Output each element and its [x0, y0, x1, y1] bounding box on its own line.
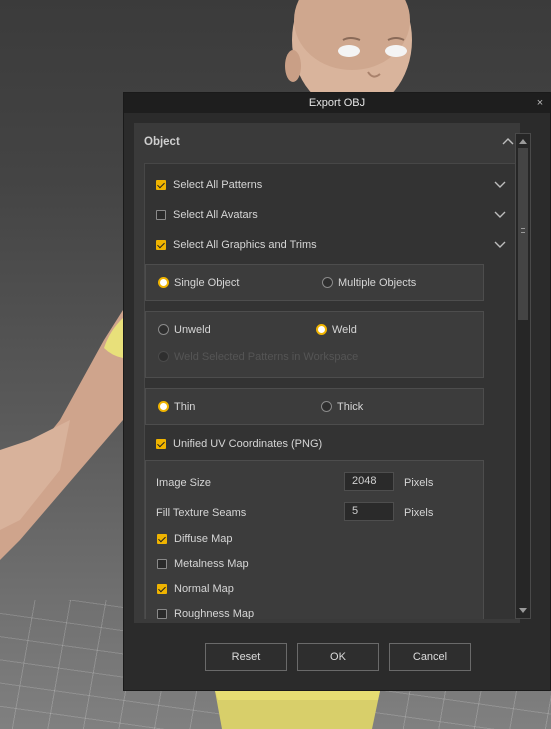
thick-label: Thick: [337, 401, 364, 413]
chevron-down-icon[interactable]: [494, 211, 506, 219]
diffuse-map-label: Diffuse Map: [174, 533, 233, 545]
scroll-up-arrow-icon[interactable]: [519, 138, 527, 144]
chevron-down-icon[interactable]: [494, 181, 506, 189]
select-all-patterns-label: Select All Patterns: [173, 179, 263, 191]
diffuse-map-checkbox[interactable]: [157, 534, 167, 544]
thick-radio[interactable]: [321, 401, 332, 412]
dialog-title-bar[interactable]: Export OBJ: [124, 93, 550, 113]
multiple-objects-label: Multiple Objects: [338, 277, 417, 289]
scrollbar-thumb[interactable]: [518, 148, 528, 320]
scrollbar-grip-icon: [521, 228, 525, 233]
thickness-group: Thin Thick: [145, 388, 484, 425]
fill-texture-seams-input[interactable]: 5: [344, 502, 394, 521]
weld-mode-group: Unweld Weld Weld Selected Patterns in Wo…: [145, 311, 484, 378]
unified-uv-label: Unified UV Coordinates (PNG): [173, 438, 323, 450]
weld-label: Weld: [332, 324, 357, 336]
close-button[interactable]: ×: [533, 93, 547, 113]
thin-label: Thin: [174, 401, 196, 413]
single-object-radio[interactable]: [158, 277, 169, 288]
reset-button[interactable]: Reset: [205, 643, 287, 671]
image-size-input[interactable]: 2048: [344, 472, 394, 491]
roughness-map-checkbox[interactable]: [157, 609, 167, 619]
chevron-down-icon[interactable]: [494, 241, 506, 249]
thin-radio[interactable]: [158, 401, 169, 412]
weld-selected-radio: [158, 351, 169, 362]
weld-radio[interactable]: [316, 324, 327, 335]
object-options: Select All Patterns Select All Avatars S…: [144, 163, 516, 619]
unified-uv-checkbox[interactable]: [156, 439, 166, 449]
object-section-header[interactable]: Object: [134, 123, 520, 163]
roughness-map-label: Roughness Map: [174, 608, 255, 619]
multiple-objects-radio[interactable]: [322, 277, 333, 288]
select-all-graphics-checkbox[interactable]: [156, 240, 166, 250]
select-all-avatars-checkbox[interactable]: [156, 210, 166, 220]
unweld-radio[interactable]: [158, 324, 169, 335]
object-panel: Object Select All Patterns Select All Av…: [134, 123, 520, 623]
metalness-map-label: Metalness Map: [174, 558, 249, 570]
fill-texture-seams-label: Fill Texture Seams: [156, 507, 247, 519]
uv-options-group: Image Size 2048 Pixels Fill Texture Seam…: [145, 460, 484, 619]
vertical-scrollbar[interactable]: [515, 133, 531, 619]
single-object-label: Single Object: [174, 277, 240, 289]
cancel-button[interactable]: Cancel: [389, 643, 471, 671]
unified-uv-row[interactable]: Unified UV Coordinates (PNG): [145, 434, 515, 454]
select-all-patterns-row[interactable]: Select All Patterns: [145, 175, 515, 195]
select-all-avatars-label: Select All Avatars: [173, 209, 258, 221]
metalness-map-checkbox[interactable]: [157, 559, 167, 569]
ok-button[interactable]: OK: [297, 643, 379, 671]
chevron-up-icon[interactable]: [502, 137, 514, 145]
object-mode-box: Single Object Multiple Objects: [145, 264, 484, 301]
select-all-patterns-checkbox[interactable]: [156, 180, 166, 190]
unweld-label: Unweld: [174, 324, 211, 336]
export-obj-dialog: Export OBJ × Object Select All Patterns …: [123, 92, 551, 691]
weld-selected-label: Weld Selected Patterns in Workspace: [174, 351, 359, 363]
dialog-title: Export OBJ: [308, 97, 366, 109]
image-size-label: Image Size: [156, 477, 212, 489]
select-all-graphics-label: Select All Graphics and Trims: [173, 239, 317, 251]
section-title: Object: [144, 136, 180, 148]
image-size-unit: Pixels: [404, 477, 434, 489]
scroll-down-arrow-icon[interactable]: [519, 608, 527, 614]
normal-map-label: Normal Map: [174, 583, 234, 595]
normal-map-checkbox[interactable]: [157, 584, 167, 594]
select-all-graphics-row[interactable]: Select All Graphics and Trims: [145, 235, 515, 255]
fill-texture-seams-unit: Pixels: [404, 507, 434, 519]
select-all-avatars-row[interactable]: Select All Avatars: [145, 205, 515, 225]
